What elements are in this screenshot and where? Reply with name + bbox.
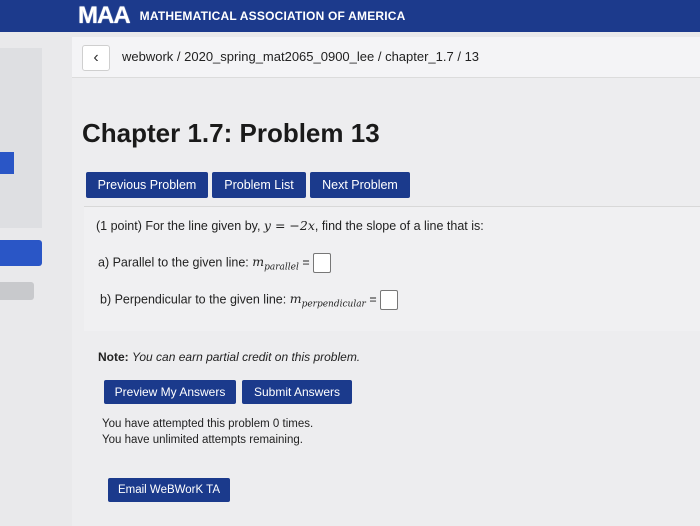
sidebar-button[interactable] [0, 240, 42, 266]
note-label: Note: [98, 350, 129, 364]
left-sidebar [0, 48, 42, 228]
problem-list-button[interactable]: Problem List [212, 172, 306, 198]
part-b-equals: = [369, 292, 377, 307]
next-problem-button[interactable]: Next Problem [310, 172, 410, 198]
breadcrumb[interactable]: webwork / 2020_spring_mat2065_0900_lee /… [122, 49, 479, 64]
attempts-count: You have attempted this problem 0 times. [102, 418, 314, 430]
problem-intro-prefix: (1 point) For the line given by, [96, 219, 264, 233]
email-ta-button[interactable]: Email WeBWorK TA [108, 478, 230, 502]
part-b-variable: mperpendicular [289, 291, 366, 310]
problem-intro-suffix: , find the slope of a line that is: [314, 219, 484, 233]
sidebar-active-marker [0, 152, 14, 174]
logo-mark: MAA [78, 2, 131, 29]
partial-credit-note: Note: You can earn partial credit on thi… [98, 350, 360, 364]
problem-equation: y = −2x [263, 218, 315, 233]
attempts-remaining: You have unlimited attempts remaining. [102, 434, 303, 446]
back-button[interactable]: ‹ [82, 45, 110, 71]
page-title: Chapter 1.7: Problem 13 [82, 118, 380, 148]
maa-logo[interactable]: MAA MATHEMATICAL ASSOCIATION OF AMERICA [78, 0, 406, 32]
part-a: a) Parallel to the given line: mparallel… [98, 253, 331, 273]
part-a-label: a) Parallel to the given line: [98, 255, 253, 270]
note-text: You can earn partial credit on this prob… [132, 350, 361, 364]
part-a-equals: = [302, 255, 310, 270]
problem-statement: (1 point) For the line given by, y = −2x… [96, 218, 484, 233]
top-banner: MAA MATHEMATICAL ASSOCIATION OF AMERICA [0, 0, 700, 32]
sidebar-button-secondary[interactable] [0, 282, 34, 300]
preview-answers-button[interactable]: Preview My Answers [104, 380, 236, 404]
part-a-answer-input[interactable] [312, 253, 331, 273]
submit-answers-button[interactable]: Submit Answers [242, 380, 352, 404]
previous-problem-button[interactable]: Previous Problem [86, 172, 208, 198]
part-b-answer-input[interactable] [379, 290, 398, 310]
part-b: b) Perpendicular to the given line: mper… [100, 290, 398, 310]
part-b-label: b) Perpendicular to the given line: [100, 292, 290, 307]
part-a-variable: mparallel [252, 254, 299, 273]
chevron-left-icon: ‹ [93, 49, 99, 66]
org-name: MATHEMATICAL ASSOCIATION OF AMERICA [139, 9, 406, 23]
breadcrumb-bar: ‹ webwork / 2020_spring_mat2065_0900_lee… [72, 37, 700, 78]
